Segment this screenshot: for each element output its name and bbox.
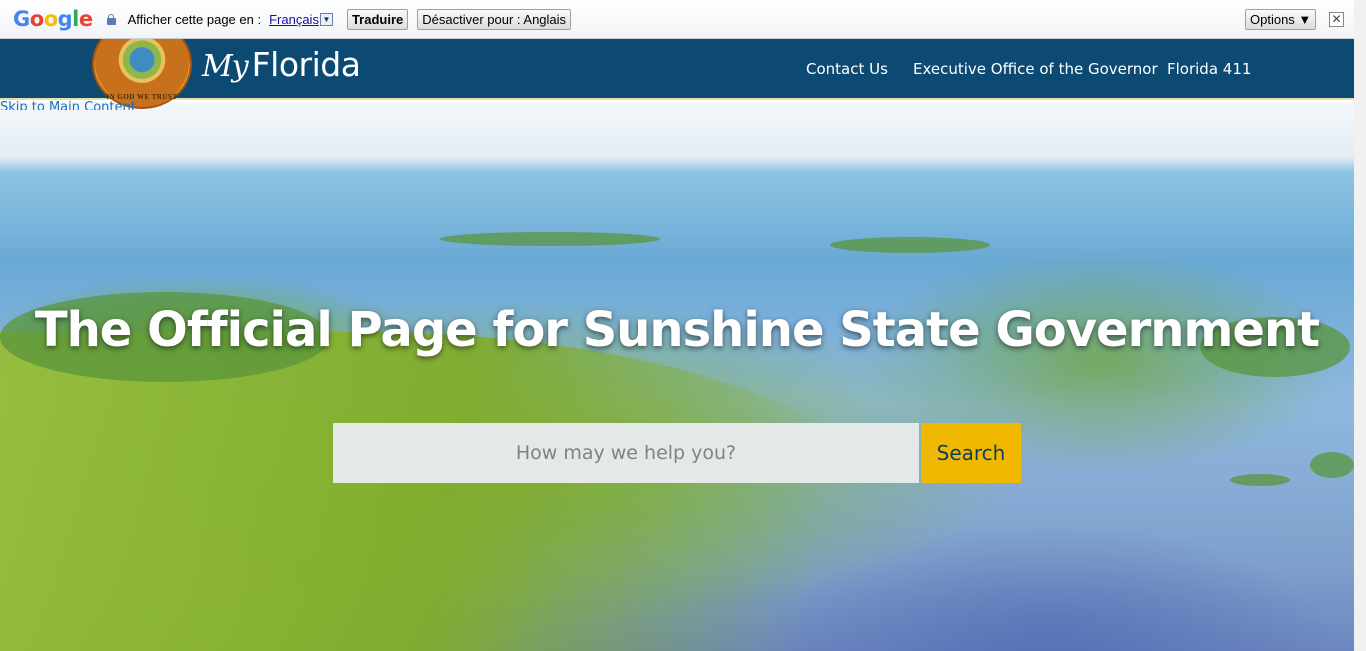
google-logo: Google [13,7,93,31]
close-icon[interactable]: ✕ [1329,12,1344,27]
brand-florida: Florida [251,45,361,84]
nav-contact-us[interactable]: Contact Us [806,60,888,78]
hero-image-island [1230,474,1290,486]
disable-translation-button[interactable]: Désactiver pour : Anglais [417,8,572,30]
search-input[interactable] [333,423,919,483]
hero-banner: The Official Page for Sunshine State Gov… [0,102,1354,651]
hero-image-island [830,237,990,253]
translate-button[interactable]: Traduire [346,8,409,30]
options-button[interactable]: Options ▼ [1245,9,1317,30]
dropdown-arrow-icon[interactable]: ▼ [319,12,333,26]
lock-icon [106,14,116,25]
target-language-link[interactable]: Français [269,12,319,27]
scrollbar[interactable] [1354,0,1366,651]
hero-image-island [1310,452,1354,478]
search-button[interactable]: Search [921,423,1021,483]
hero-title: The Official Page for Sunshine State Gov… [34,302,1320,358]
brand-my: My [202,49,249,84]
nav-executive-office[interactable]: Executive Office of the Governor [913,60,1158,78]
site-header: IN GOD WE TRUST My Florida Contact Us Ex… [0,19,1354,109]
myflorida-logo[interactable]: My Florida [202,45,361,84]
skip-to-main-content-link[interactable]: Skip to Main Content [0,100,136,110]
translate-prompt: Afficher cette page en : [127,11,262,27]
hero-image-island [440,232,660,246]
nav-florida-411[interactable]: Florida 411 [1167,60,1251,78]
google-translate-bar: Google Afficher cette page en : Français… [0,0,1354,39]
